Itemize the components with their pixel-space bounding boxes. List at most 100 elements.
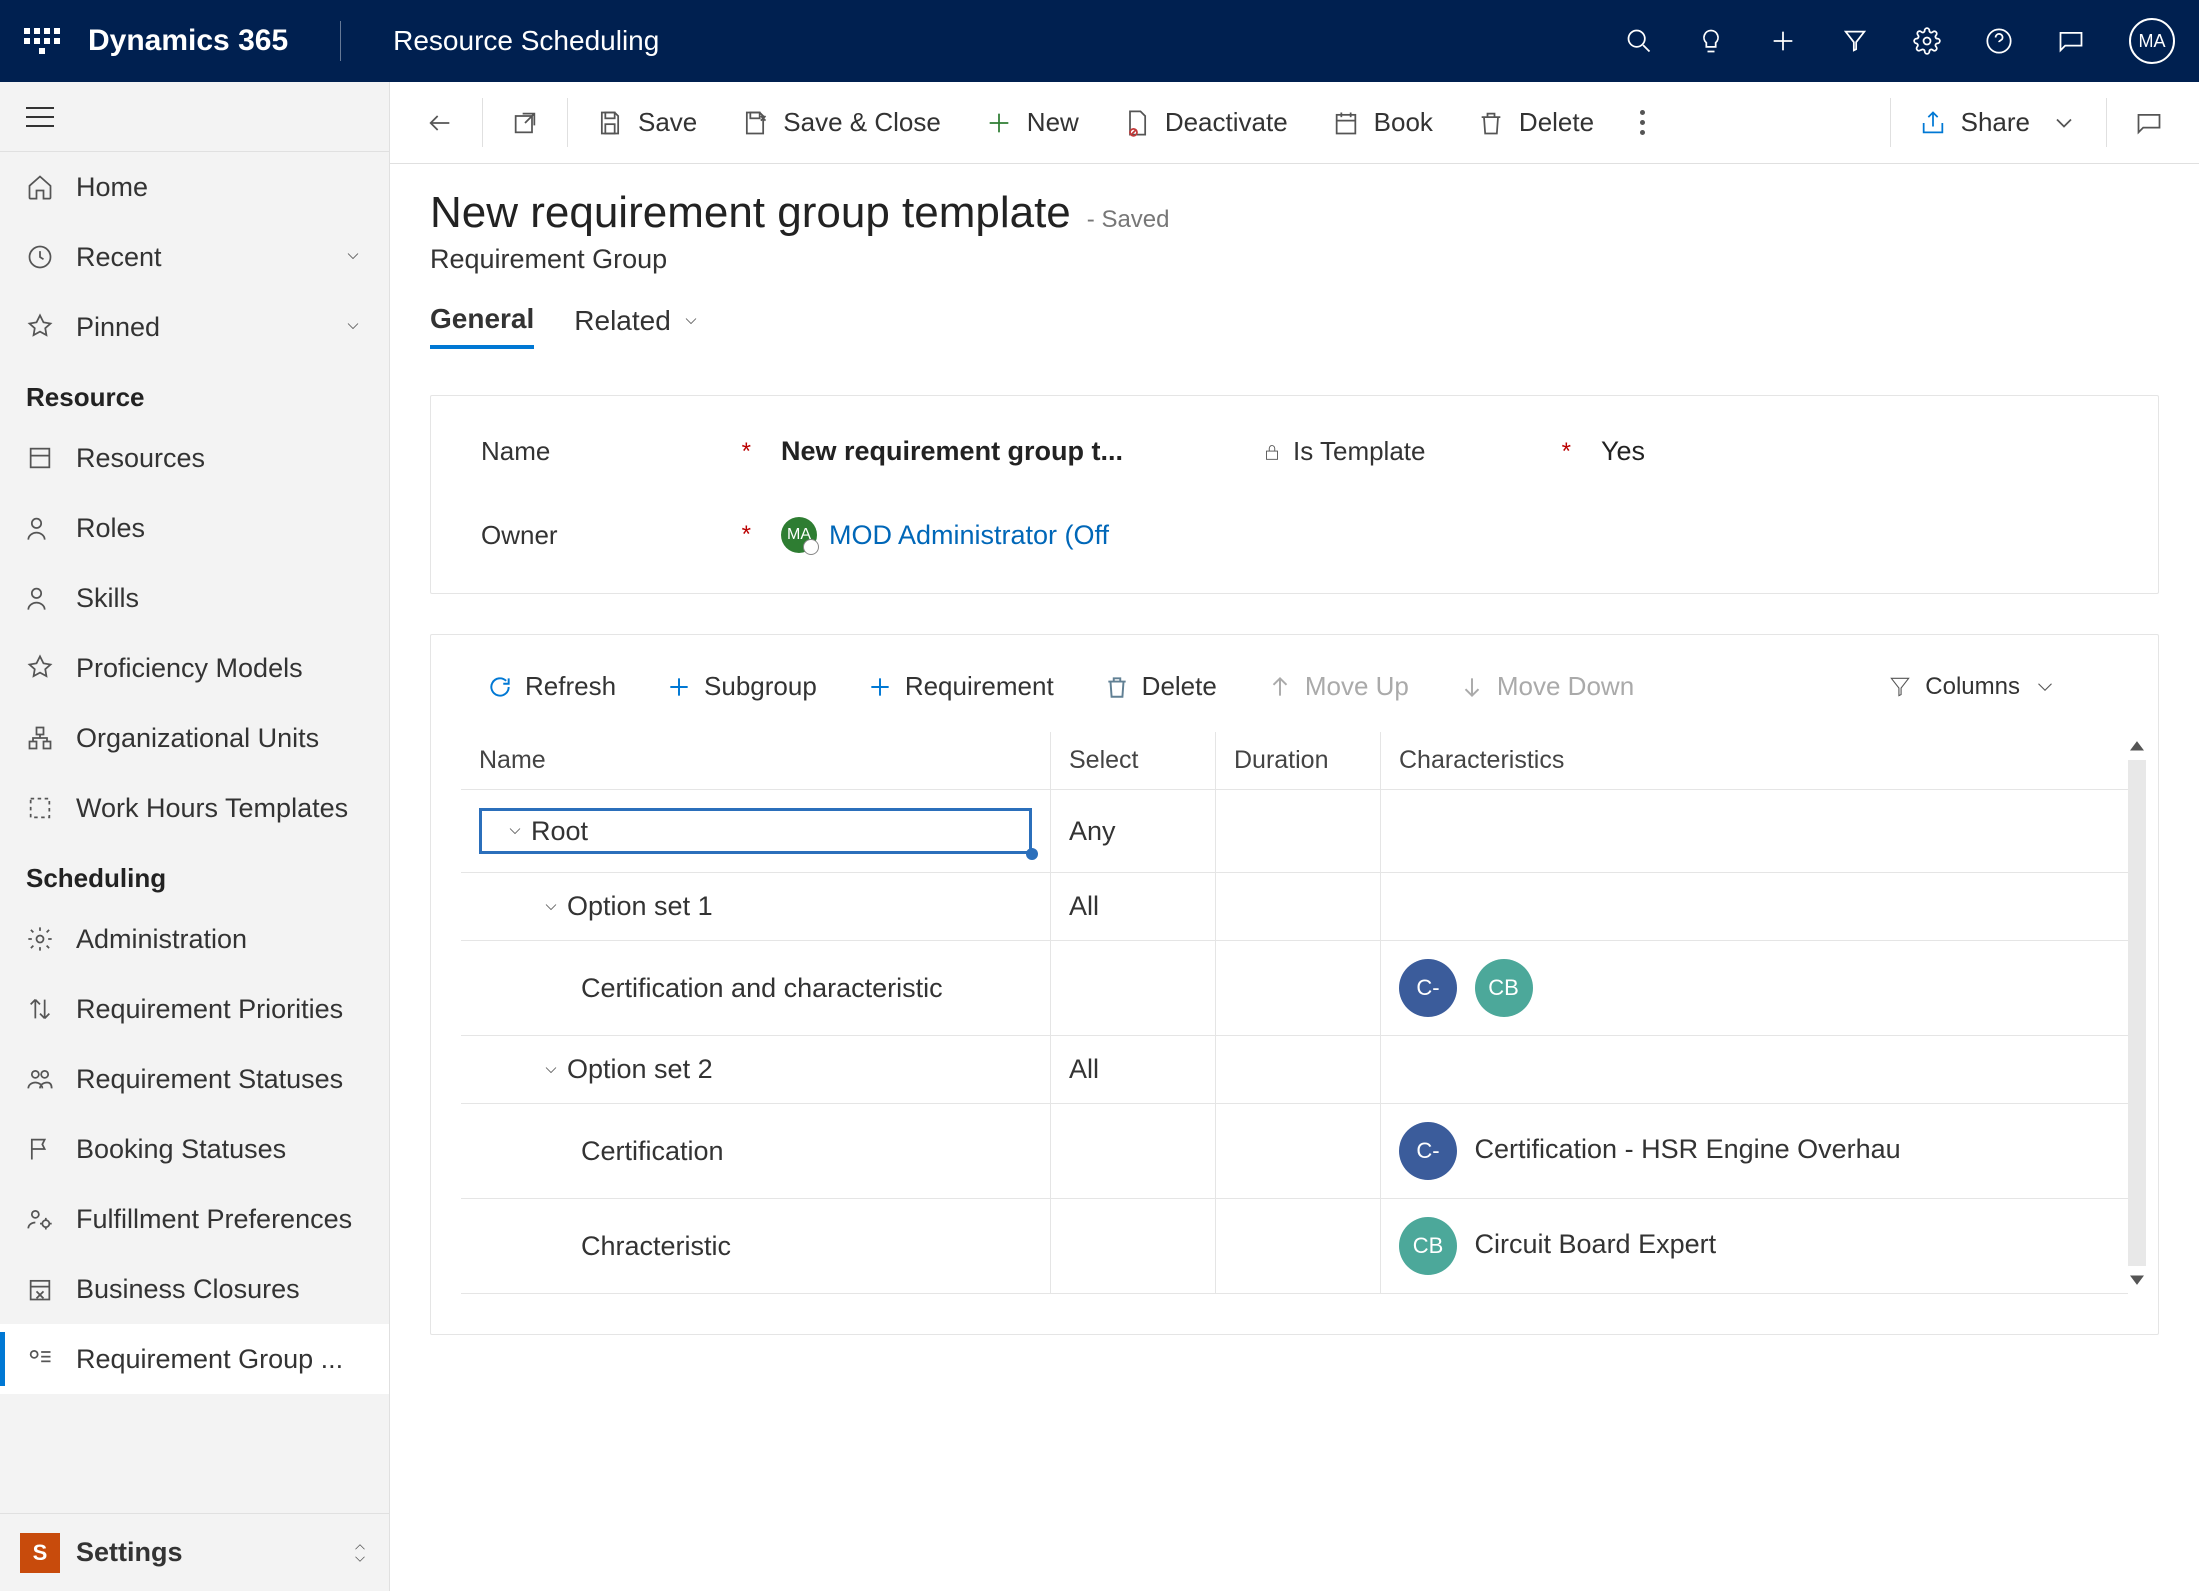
delete-button[interactable]: Delete: [1455, 82, 1616, 163]
row-characteristics[interactable]: [1381, 1036, 2128, 1104]
area-picker[interactable]: S Settings: [0, 1513, 389, 1591]
more-commands-button[interactable]: [1616, 82, 1669, 163]
sg-label: Move Down: [1497, 671, 1634, 702]
row-characteristics[interactable]: C- Certification - HSR Engine Overhau: [1381, 1104, 2128, 1199]
main-panel: Save Save & Close New Deactivate Book De…: [390, 82, 2199, 1591]
nav-home[interactable]: Home: [0, 152, 389, 222]
subgrid-columns-button[interactable]: Columns: [1887, 673, 2118, 701]
assistant-panel-button[interactable]: [2113, 82, 2185, 163]
assistant-icon: [2135, 109, 2163, 137]
table-row-root[interactable]: Root Any: [461, 790, 2128, 873]
characteristic-pill[interactable]: C-: [1399, 1122, 1457, 1180]
help-icon[interactable]: [1985, 27, 2013, 55]
subgrid-delete-button[interactable]: Delete: [1088, 661, 1233, 712]
nav-skills[interactable]: Skills: [0, 563, 389, 633]
nav-business-closures[interactable]: Business Closures: [0, 1254, 389, 1324]
col-header-name[interactable]: Name: [461, 732, 1051, 790]
nav-booking-statuses[interactable]: Booking Statuses: [0, 1114, 389, 1184]
field-value: Yes: [1601, 436, 1961, 467]
row-select[interactable]: [1051, 1199, 1216, 1294]
vertical-scrollbar[interactable]: [2126, 732, 2148, 1294]
col-header-characteristics[interactable]: Characteristics: [1381, 732, 2128, 790]
back-button[interactable]: [404, 82, 476, 163]
subgrid-subgroup-button[interactable]: Subgroup: [650, 661, 833, 712]
app-module[interactable]: Resource Scheduling: [393, 25, 659, 57]
nav-recent[interactable]: Recent: [0, 222, 389, 292]
app-name[interactable]: Dynamics 365: [88, 24, 288, 58]
assistant-icon[interactable]: [2057, 27, 2085, 55]
chevron-down-icon[interactable]: [505, 821, 525, 841]
col-header-duration[interactable]: Duration: [1216, 732, 1381, 790]
row-duration[interactable]: [1216, 1104, 1381, 1199]
subgrid-requirement-button[interactable]: Requirement: [851, 661, 1070, 712]
characteristic-pill[interactable]: CB: [1399, 1217, 1457, 1275]
row-select[interactable]: [1051, 1104, 1216, 1199]
lightbulb-icon[interactable]: [1697, 27, 1725, 55]
scroll-down-icon[interactable]: [2129, 1272, 2145, 1288]
nav-roles[interactable]: Roles: [0, 493, 389, 563]
user-avatar[interactable]: MA: [2129, 18, 2175, 64]
filter-icon[interactable]: [1841, 27, 1869, 55]
chevron-down-icon[interactable]: [541, 897, 561, 917]
table-row-characteristic[interactable]: Chracteristic CB Circuit Board Expert: [461, 1199, 2128, 1294]
characteristic-pill[interactable]: CB: [1475, 959, 1533, 1017]
save-button[interactable]: Save: [574, 82, 719, 163]
row-duration[interactable]: [1216, 873, 1381, 941]
table-row-option1[interactable]: Option set 1 All: [461, 873, 2128, 941]
row-duration[interactable]: [1216, 1036, 1381, 1104]
nav-resources[interactable]: Resources: [0, 423, 389, 493]
subgrid-refresh-button[interactable]: Refresh: [471, 661, 632, 712]
nav-administration[interactable]: Administration: [0, 904, 389, 974]
calendar-icon: [1332, 109, 1360, 137]
nav-fulfillment[interactable]: Fulfillment Preferences: [0, 1184, 389, 1254]
plus-icon: [867, 674, 893, 700]
row-characteristics[interactable]: CB Circuit Board Expert: [1381, 1199, 2128, 1294]
book-button[interactable]: Book: [1310, 82, 1455, 163]
row-characteristics[interactable]: [1381, 790, 2128, 873]
nav-work-hours[interactable]: Work Hours Templates: [0, 773, 389, 843]
characteristic-pill[interactable]: C-: [1399, 959, 1457, 1017]
row-duration[interactable]: [1216, 790, 1381, 873]
deactivate-button[interactable]: Deactivate: [1101, 82, 1310, 163]
hamburger-icon[interactable]: [26, 107, 54, 127]
row-characteristics[interactable]: [1381, 873, 2128, 941]
cmd-label: Save: [638, 107, 697, 138]
col-header-select[interactable]: Select: [1051, 732, 1216, 790]
row-select[interactable]: Any: [1051, 790, 1216, 873]
new-button[interactable]: New: [963, 82, 1101, 163]
open-new-window-button[interactable]: [489, 82, 561, 163]
row-duration[interactable]: [1216, 1199, 1381, 1294]
tab-related[interactable]: Related: [574, 303, 701, 349]
tab-general[interactable]: General: [430, 303, 534, 349]
plus-icon[interactable]: [1769, 27, 1797, 55]
table-row-option2[interactable]: Option set 2 All: [461, 1036, 2128, 1104]
table-row-cert-char[interactable]: Certification and characteristic C- CB: [461, 941, 2128, 1036]
scroll-track[interactable]: [2128, 760, 2146, 1266]
row-select[interactable]: All: [1051, 873, 1216, 941]
row-select[interactable]: [1051, 941, 1216, 1036]
app-launcher-icon[interactable]: [24, 23, 60, 59]
chevron-down-icon[interactable]: [541, 1060, 561, 1080]
nav-requirement-group[interactable]: Requirement Group ...: [0, 1324, 389, 1394]
nav-proficiency[interactable]: Proficiency Models: [0, 633, 389, 703]
sidebar-scroll[interactable]: Home Recent Pinned Resource Resources Ro…: [0, 152, 389, 1513]
field-value[interactable]: New requirement group t...: [781, 436, 1141, 467]
search-icon[interactable]: [1625, 27, 1653, 55]
nav-pinned[interactable]: Pinned: [0, 292, 389, 362]
nav-req-priorities[interactable]: Requirement Priorities: [0, 974, 389, 1044]
save-close-button[interactable]: Save & Close: [719, 82, 963, 163]
owner-link[interactable]: MOD Administrator (Off: [829, 520, 1109, 551]
owner-chip[interactable]: MA MOD Administrator (Off: [781, 517, 1109, 553]
share-button[interactable]: Share: [1897, 82, 2100, 163]
scroll-up-icon[interactable]: [2129, 738, 2145, 754]
nav-org-units[interactable]: Organizational Units: [0, 703, 389, 773]
nav-req-statuses[interactable]: Requirement Statuses: [0, 1044, 389, 1114]
nav-label: Skills: [76, 583, 139, 614]
gear-icon[interactable]: [1913, 27, 1941, 55]
row-duration[interactable]: [1216, 941, 1381, 1036]
row-select[interactable]: All: [1051, 1036, 1216, 1104]
field-name[interactable]: Name * New requirement group t...: [481, 436, 1181, 467]
table-row-certification[interactable]: Certification C- Certification - HSR Eng…: [461, 1104, 2128, 1199]
row-characteristics[interactable]: C- CB: [1381, 941, 2128, 1036]
field-owner[interactable]: Owner * MA MOD Administrator (Off: [481, 517, 1181, 553]
